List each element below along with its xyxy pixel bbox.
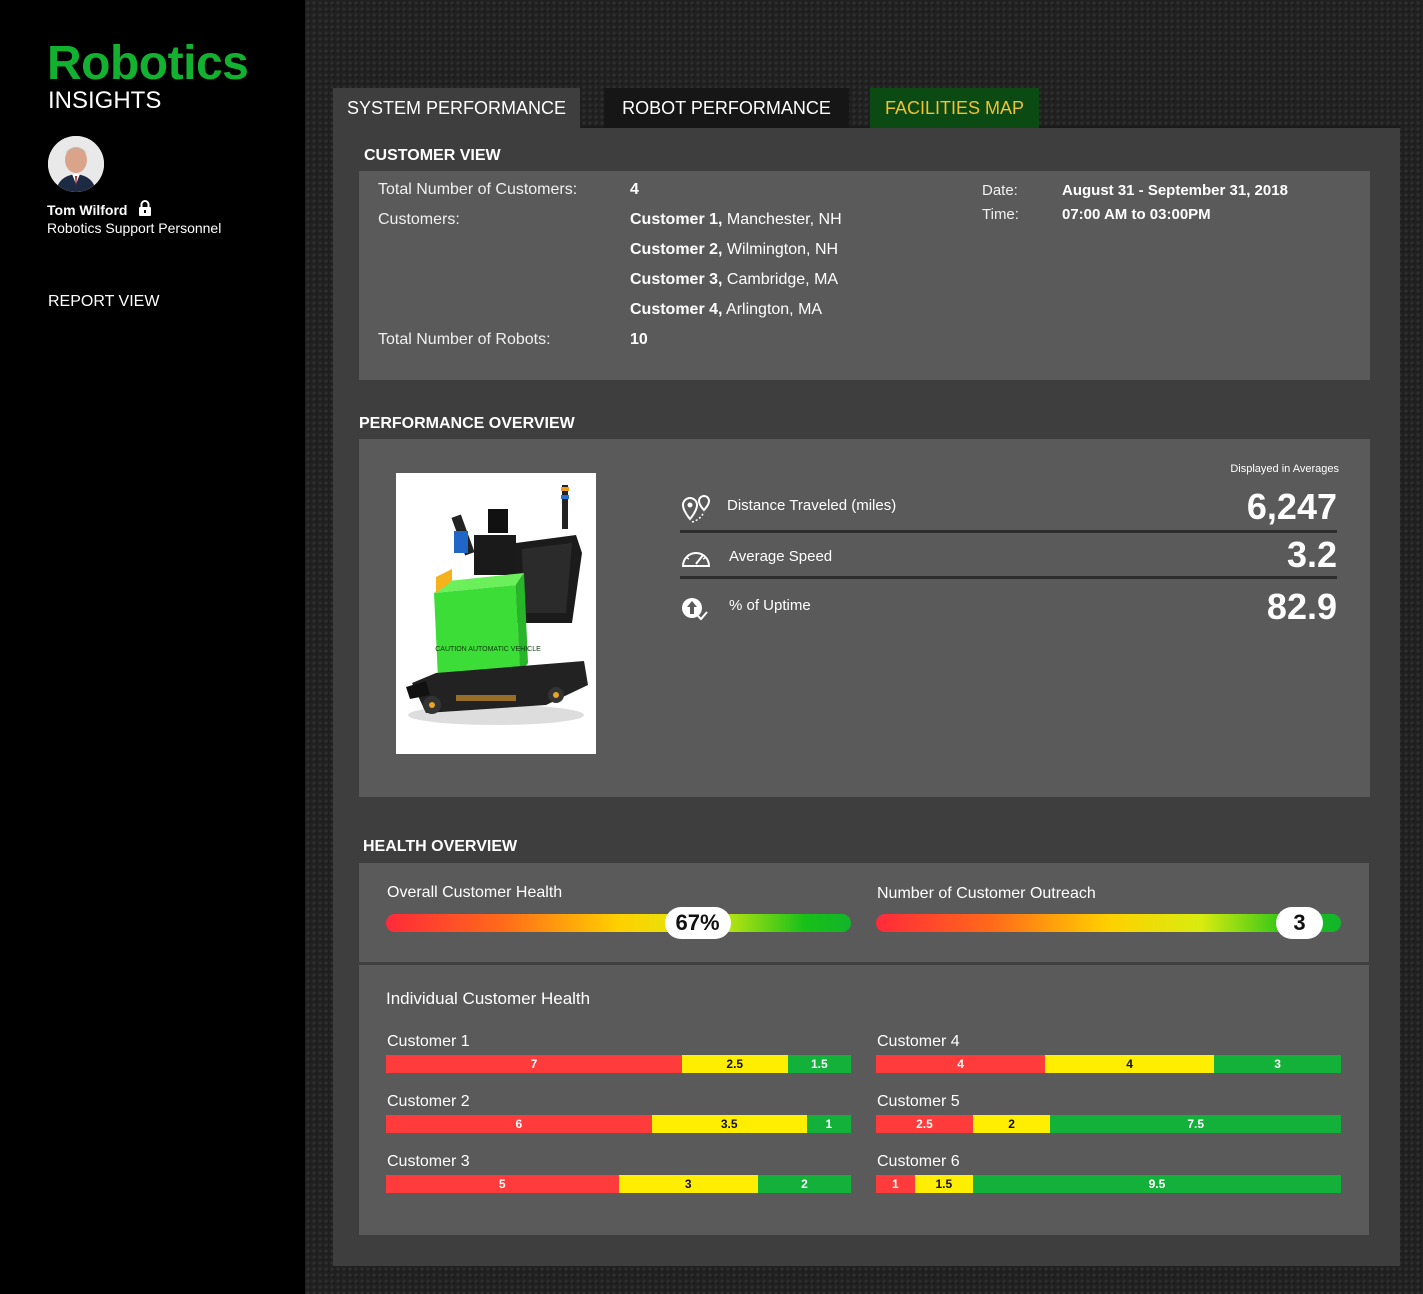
customer-health-label: Customer 3 [387,1153,470,1170]
tab-facilities-map[interactable]: FACILITIES MAP [870,88,1039,128]
tab-system-performance[interactable]: SYSTEM PERFORMANCE [333,88,580,128]
customer-health-label: Customer 6 [877,1153,960,1170]
health-seg-red: 7 [386,1055,682,1073]
brand-subtitle: INSIGHTS [48,87,162,114]
outreach-value: 3 [1276,907,1323,939]
total-robots-label: Total Number of Robots: [378,331,551,348]
date-label: Date: [982,182,1018,199]
customer-health-label: Customer 5 [877,1093,960,1110]
user-name: Tom Wilford [47,201,128,218]
health-seg-green: 9.5 [972,1175,1341,1193]
tab-robot-performance[interactable]: ROBOT PERFORMANCE [604,88,849,128]
customer-entry: Customer 1, Manchester, NH [630,211,842,228]
metric-value: 6,247 [1246,486,1337,527]
health-seg-red: 6 [386,1115,652,1133]
metric-value: 3.2 [1286,534,1337,575]
health-overview-title: HEALTH OVERVIEW [363,838,518,855]
metric-label: Average Speed [729,548,833,565]
report-view-link[interactable]: REPORT VIEW [48,293,159,311]
customer-health-label: Customer 1 [387,1033,470,1050]
customer-health-bar: 7 2.5 1.5 [386,1055,851,1073]
customer-view-title: CUSTOMER VIEW [364,147,501,164]
vehicle-caption: CAUTION AUTOMATIC VEHICLE [435,646,541,653]
customer-health-label: Customer 2 [387,1093,470,1110]
customer-health-bar: 6 3.5 1 [386,1115,851,1133]
health-seg-red: 1 [876,1175,915,1193]
customer-health-bar: 4 4 3 [876,1055,1341,1073]
total-customers-label: Total Number of Customers: [378,181,578,198]
customer-health-bar: 1 1.5 9.5 [876,1175,1341,1193]
robot-vehicle-image: CAUTION AUTOMATIC VEHICLE [396,473,596,754]
health-seg-yellow: 2.5 [681,1055,788,1073]
health-seg-red: 2.5 [876,1115,973,1133]
user-role: Robotics Support Personnel [47,220,222,236]
avatar[interactable] [48,136,104,192]
metric-label: Distance Traveled (miles) [727,497,897,514]
customer-entry: Customer 2, Wilmington, NH [630,241,839,258]
total-robots-value: 10 [630,331,648,348]
health-seg-red: 5 [386,1175,619,1193]
health-seg-green: 1 [806,1115,851,1133]
customer-health-bar: 5 3 2 [386,1175,851,1193]
metric-label: % of Uptime [729,597,811,614]
health-seg-green: 3 [1214,1055,1341,1073]
customer-entry: Customer 3, Cambridge, MA [630,271,839,288]
time-value: 07:00 AM to 03:00PM [1062,206,1211,223]
metric-uptime: % of Uptime 82.9 [680,584,1337,630]
user-name-row: Tom Wilford [47,200,152,219]
metric-value: 82.9 [1266,586,1337,627]
overall-health-value: 67% [664,907,731,939]
sidebar: Robotics INSIGHTS Tom Wilford Robotics S… [0,0,305,1294]
time-label: Time: [982,206,1019,223]
health-seg-yellow: 1.5 [914,1175,973,1193]
health-seg-green: 2 [758,1175,851,1193]
lock-icon [138,200,152,219]
outreach-bar [876,914,1341,932]
performance-overview-title: PERFORMANCE OVERVIEW [359,415,575,432]
brand-title: Robotics [47,37,249,90]
health-seg-red: 4 [876,1055,1046,1073]
metric-divider [680,530,1337,533]
outreach-label: Number of Customer Outreach [877,885,1096,902]
uptime-icon [680,594,712,622]
health-seg-yellow: 3.5 [651,1115,807,1133]
health-seg-green: 7.5 [1050,1115,1341,1133]
total-customers-value: 4 [630,181,639,198]
health-seg-yellow: 3 [618,1175,758,1193]
customer-health-label: Customer 4 [877,1033,960,1050]
overall-health-bar [386,914,851,932]
metric-speed: Average Speed 3.2 [680,534,1337,580]
health-seg-green: 1.5 [787,1055,851,1073]
location-pins-icon [680,494,712,523]
speedometer-icon [680,544,712,572]
date-value: August 31 - September 31, 2018 [1062,182,1288,199]
customers-label: Customers: [378,211,460,228]
metric-distance: Distance Traveled (miles) 6,247 [680,484,1337,530]
health-seg-yellow: 4 [1045,1055,1215,1073]
averages-note: Displayed in Averages [1230,463,1339,475]
customer-health-bar: 2.5 2 7.5 [876,1115,1341,1133]
health-seg-yellow: 2 [972,1115,1051,1133]
customer-entry: Customer 4, Arlington, MA [630,301,823,318]
health-summary-box [359,863,1369,962]
tab-bar: SYSTEM PERFORMANCE ROBOT PERFORMANCE FAC… [333,88,1400,128]
individual-health-title: Individual Customer Health [386,989,591,1008]
metric-divider [680,576,1337,579]
overall-health-label: Overall Customer Health [387,884,563,901]
